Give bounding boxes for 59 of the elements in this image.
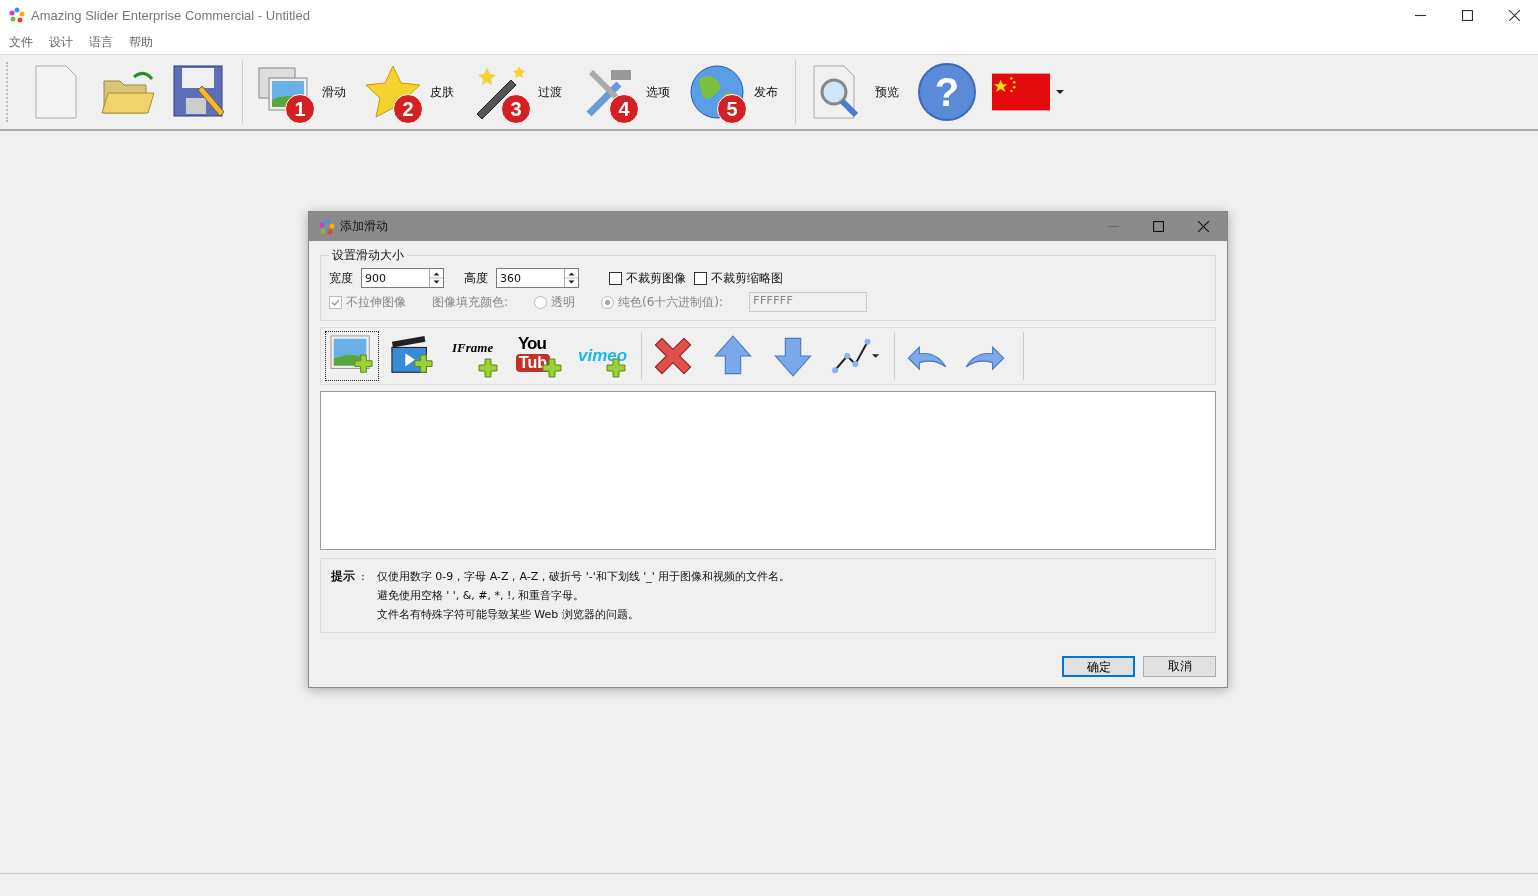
- close-icon[interactable]: [1509, 9, 1520, 21]
- step-number-badge: 1: [285, 94, 315, 124]
- checkbox-label: 不拉伸图像: [346, 293, 406, 311]
- preview-button[interactable]: 预览: [802, 64, 910, 120]
- checkbox[interactable]: [609, 271, 622, 285]
- hint-text: 避免使用空格 ' ', &, #, *, !, 和重音字母。: [376, 588, 586, 604]
- toolbar-label: 皮肤: [429, 83, 455, 101]
- menu-item[interactable]: 帮助: [129, 33, 153, 51]
- spin-arrows-icon[interactable]: [564, 269, 578, 287]
- step-number-badge: 2: [393, 94, 423, 124]
- radio-label: 纯色(6十六进制值):: [618, 293, 724, 311]
- menu-item[interactable]: 设计: [49, 33, 73, 51]
- toolbar-label: 发布: [753, 83, 779, 101]
- dialog-title: 添加滑动: [340, 218, 388, 235]
- dropdown-caret-icon[interactable]: [1056, 90, 1064, 94]
- menu-item[interactable]: 语言: [89, 33, 113, 51]
- close-icon[interactable]: [1198, 221, 1209, 232]
- window-title: Amazing Slider Enterprise Commercial - Untitled: [31, 7, 310, 23]
- spin-arrows-icon[interactable]: [429, 269, 443, 287]
- radio-label: 透明: [551, 293, 576, 311]
- hint-separator: :: [361, 569, 365, 585]
- height-spinbox[interactable]: 360: [496, 268, 579, 288]
- width-spinbox[interactable]: 900: [361, 268, 444, 288]
- app-logo-icon: [9, 7, 25, 23]
- radio-button[interactable]: [534, 295, 548, 309]
- dropdown-caret-icon: [871, 354, 879, 358]
- step-number-badge: 3: [501, 94, 531, 124]
- ok-button[interactable]: 确定: [1062, 656, 1135, 677]
- step-number-badge: 5: [717, 94, 747, 124]
- checkbox[interactable]: [694, 271, 707, 285]
- menu-item[interactable]: 文件: [9, 33, 33, 51]
- logo-text: IFrame: [452, 340, 494, 356]
- logo-text: You: [518, 334, 546, 354]
- group-title: 设置滑动大小: [331, 247, 405, 264]
- width-label: 宽度: [329, 269, 353, 287]
- cancel-button[interactable]: 取消: [1143, 656, 1216, 677]
- checkbox-label: 不裁剪缩略图: [711, 269, 783, 287]
- plus-icon: [478, 358, 498, 378]
- toolbar-label: 选项: [645, 83, 671, 101]
- add-iframe-button[interactable]: IFrame: [445, 331, 503, 381]
- hint-label: 提示: [331, 568, 355, 585]
- china-flag-icon: [992, 73, 1050, 111]
- toolbar-label: 滑动: [321, 83, 347, 101]
- maximize-icon[interactable]: [1462, 9, 1473, 21]
- height-label: 高度: [464, 269, 488, 287]
- step-number-badge: 4: [609, 94, 639, 124]
- maximize-icon[interactable]: [1153, 221, 1164, 232]
- add-image-button[interactable]: [325, 331, 379, 381]
- toolbar-label: 过渡: [537, 83, 563, 101]
- toolbar-label: 预览: [874, 83, 900, 101]
- help-icon: ?: [918, 63, 976, 121]
- hint-text: 文件名有特殊字符可能导致某些 Web 浏览器的问题。: [376, 607, 640, 623]
- add-youtube-button[interactable]: You Tub: [509, 331, 567, 381]
- checkbox-label: 不裁剪图像: [626, 269, 686, 287]
- logo-text: vimeo: [578, 346, 628, 366]
- app-logo-icon: [319, 218, 335, 235]
- hint-text: 仅使用数字 0-9，字母 A-Z，A-Z，破折号 '-'和下划线 '_' 用于图像和视频的文件名。: [376, 569, 791, 585]
- radio-button[interactable]: [601, 295, 615, 309]
- fill-color-label: 图像填充颜色:: [432, 293, 509, 311]
